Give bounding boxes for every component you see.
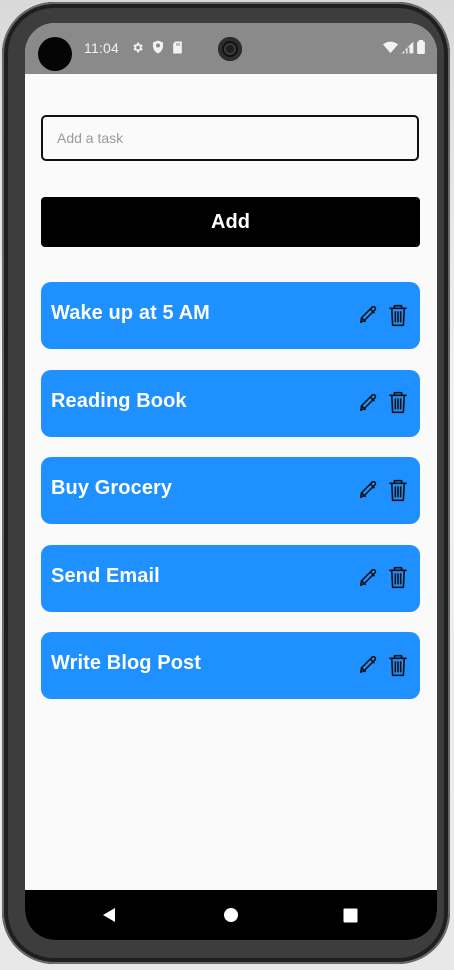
task-label: Wake up at 5 AM	[51, 302, 210, 324]
trash-icon[interactable]	[387, 302, 409, 328]
task-card-buy-grocery[interactable]: Buy Grocery	[41, 457, 420, 524]
status-bar: 11:04	[25, 23, 437, 74]
wifi-icon	[383, 41, 398, 59]
todo-screen: Add Wake up at 5 AM	[25, 74, 437, 890]
task-input[interactable]	[41, 115, 419, 161]
phone-screen: 11:04 Add a task Add Wake up at 5 AM Rea…	[25, 23, 437, 940]
task-actions	[357, 565, 409, 591]
task-label: Reading Book	[51, 389, 187, 412]
task-card-reading-book[interactable]: Reading Book	[41, 369, 420, 437]
camera	[218, 37, 242, 61]
task-actions	[357, 477, 409, 503]
status-right-icons	[383, 40, 425, 59]
task-card-send-email[interactable]: Send Email	[41, 544, 420, 612]
task-label: Write Blog Post	[51, 652, 202, 674]
task-list: Wake up at 5 AM Reading Book Buy Grocery…	[41, 282, 420, 720]
sd-card-icon	[172, 41, 183, 59]
task-actions	[357, 390, 409, 416]
battery-icon	[417, 40, 425, 59]
pencil-icon[interactable]	[357, 302, 379, 328]
trash-icon[interactable]	[387, 477, 409, 503]
task-actions	[357, 302, 409, 328]
phone-frame: 11:04 Add a task Add Wake up at 5 AM Rea…	[2, 2, 450, 964]
android-emulator-screenshot: 11:04 Add a task Add Wake up at 5 AM Rea…	[0, 0, 454, 970]
trash-icon[interactable]	[387, 390, 409, 416]
task-actions	[357, 652, 409, 678]
pencil-icon[interactable]	[357, 390, 379, 416]
front-sensor	[38, 37, 72, 71]
gear-icon	[131, 41, 144, 59]
home-icon[interactable]	[221, 905, 241, 925]
trash-icon[interactable]	[387, 652, 409, 678]
back-icon[interactable]	[99, 905, 119, 925]
task-card-wake-up[interactable]: Wake up at 5 AM	[41, 282, 420, 349]
android-navigation-bar	[25, 890, 437, 940]
status-left-icons	[131, 40, 183, 59]
pencil-icon[interactable]	[357, 652, 379, 678]
recent-apps-icon[interactable]	[340, 905, 360, 925]
task-card-write-blog-post[interactable]: Write Blog Post	[41, 632, 420, 699]
task-label: Buy Grocery	[51, 477, 173, 499]
pencil-icon[interactable]	[357, 565, 379, 591]
pencil-icon[interactable]	[357, 477, 379, 503]
task-label: Send Email	[51, 564, 160, 587]
cell-signal-icon	[401, 41, 414, 59]
status-time: 11:04	[84, 40, 119, 56]
trash-icon[interactable]	[387, 565, 409, 591]
shield-icon	[152, 40, 164, 59]
add-task-button[interactable]: Add	[41, 197, 420, 247]
